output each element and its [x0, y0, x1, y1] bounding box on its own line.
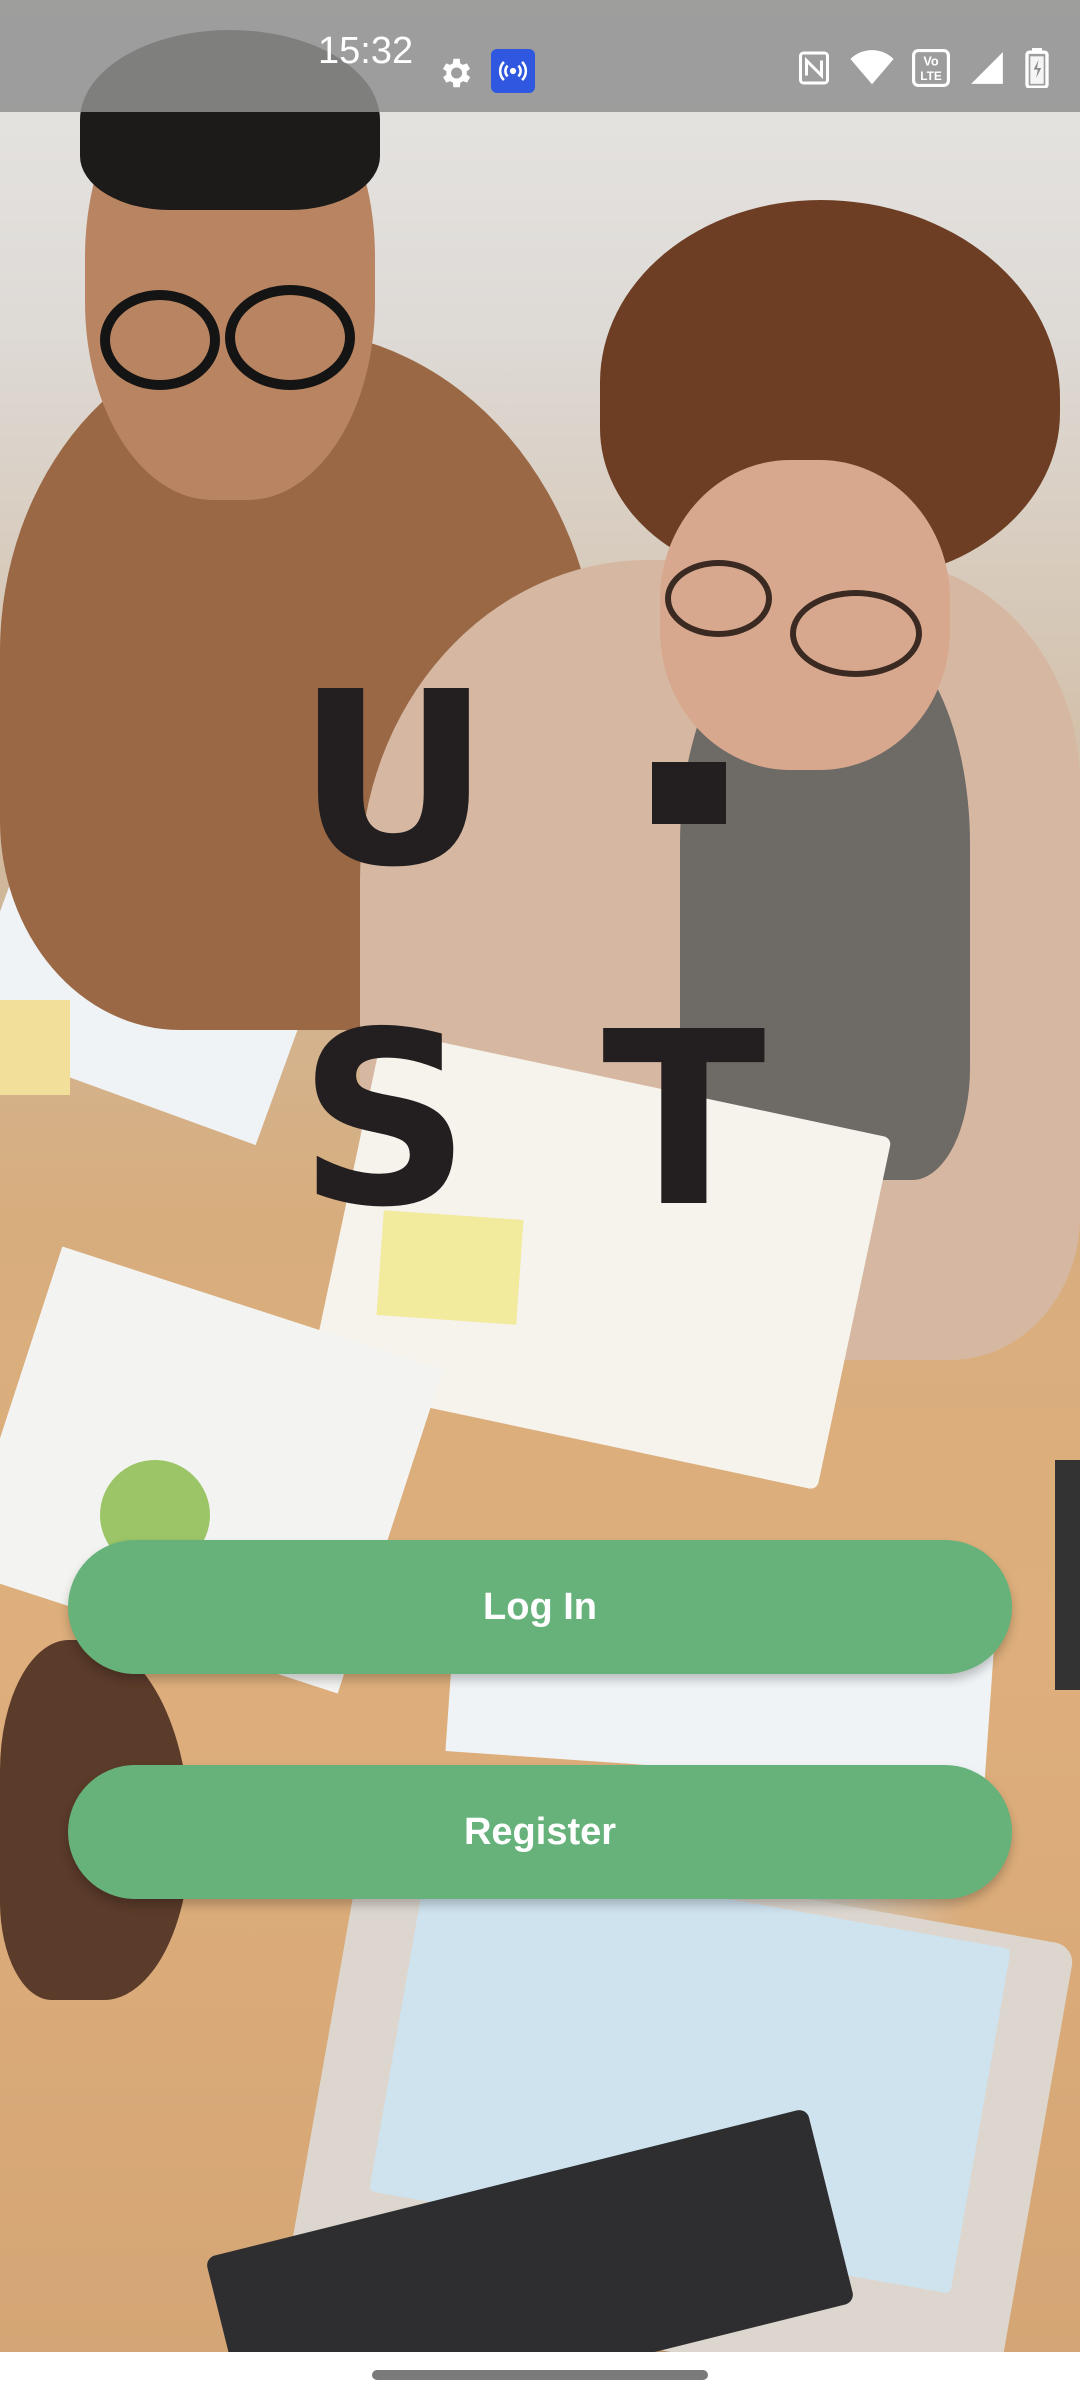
register-button-label: Register [463, 1810, 617, 1853]
home-gesture-handle[interactable] [372, 2370, 708, 2380]
volte-icon: Vo LTE [912, 49, 950, 87]
background-photo [0, 0, 1080, 2352]
photo-man-glasses-left [100, 290, 220, 390]
settings-icon [436, 54, 474, 92]
status-time: 15:32 [318, 30, 414, 72]
logo-letter-t: T [602, 980, 766, 1260]
photo-tablet-edge [1055, 1460, 1080, 1690]
cast-icon [491, 49, 535, 93]
login-button[interactable]: Log In [68, 1540, 1012, 1674]
battery-icon [1024, 48, 1050, 88]
photo-sticky-note [0, 1000, 70, 1095]
photo-man-glasses-right [225, 285, 355, 390]
photo-woman-glasses-right [790, 590, 922, 677]
status-bar: 15:32 Vo LTE [0, 0, 1080, 112]
logo-letter-s: S [298, 980, 471, 1260]
login-button-label: Log In [483, 1585, 597, 1628]
register-button[interactable]: Register [68, 1765, 1012, 1899]
logo-dash [652, 762, 726, 824]
logo-letter-u: U [296, 640, 491, 920]
photo-woman-glasses-left [665, 560, 772, 637]
nfc-icon [796, 49, 832, 87]
signal-icon [968, 49, 1006, 87]
svg-text:Vo: Vo [923, 55, 939, 69]
svg-text:LTE: LTE [920, 69, 942, 83]
wifi-icon [850, 50, 894, 86]
